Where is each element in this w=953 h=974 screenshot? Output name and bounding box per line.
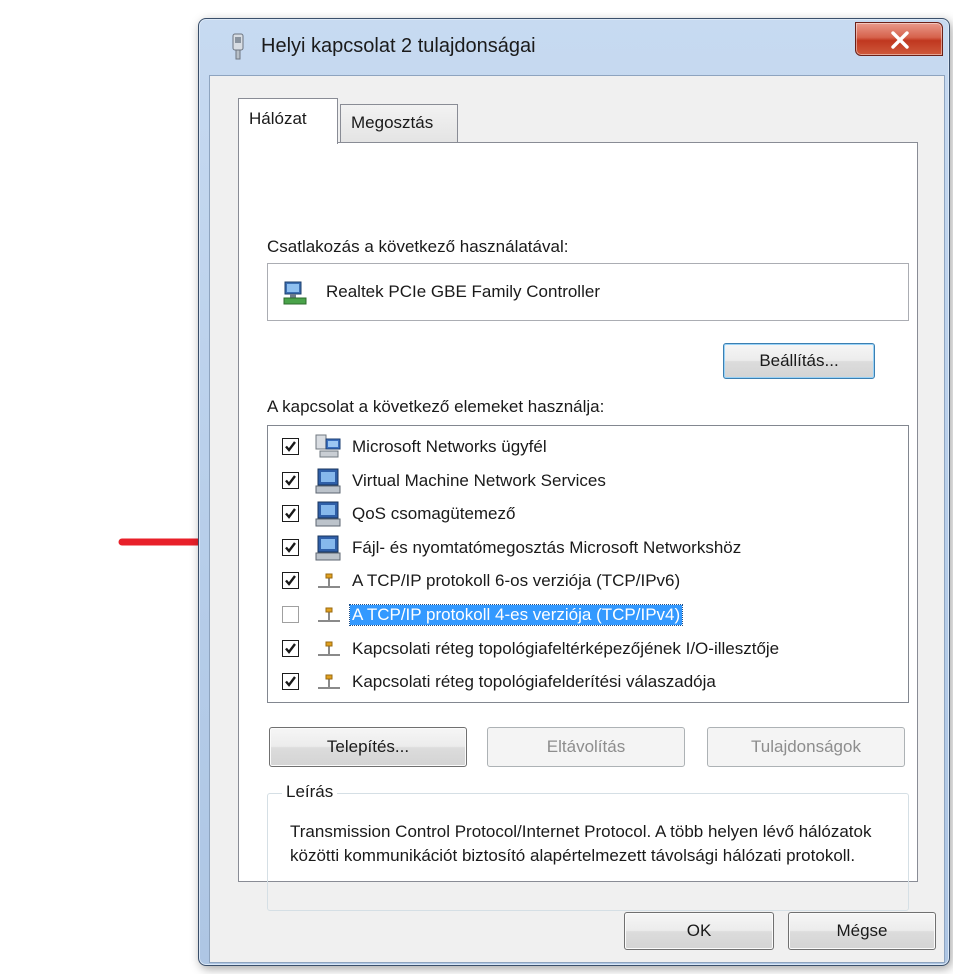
protocol-icon	[312, 601, 346, 629]
list-item-label: A TCP/IP protokoll 6-os verziója (TCP/IP…	[352, 571, 681, 591]
checkbox-checked[interactable]	[282, 673, 299, 691]
items-label: A kapcsolat a következő elemeket használ…	[267, 397, 605, 416]
network-adapter-icon	[283, 281, 307, 305]
list-item[interactable]: A TCP/IP protokoll 6-os verziója (TCP/IP…	[268, 564, 908, 597]
close-button[interactable]	[855, 22, 943, 56]
protocol-icon	[312, 567, 346, 595]
network-service-icon	[312, 467, 346, 495]
checkmark-icon	[285, 676, 296, 688]
list-item-label: Virtual Machine Network Services	[352, 470, 606, 490]
cancel-button[interactable]: Mégse	[788, 912, 936, 950]
components-list[interactable]: Microsoft Networks ügyfél Virtual Machine…	[267, 425, 909, 703]
checkbox-checked[interactable]	[282, 471, 299, 489]
dialog-body: Hálózat Megosztás Csatlakozás a következ…	[209, 75, 945, 963]
list-item-label: Kapcsolati réteg topológiafelderítési vá…	[352, 672, 716, 692]
list-item-label: QoS csomagütemező	[352, 504, 516, 524]
checkbox-checked[interactable]	[282, 572, 299, 590]
uninstall-button[interactable]: Eltávolítás	[487, 727, 685, 767]
checkbox-checked[interactable]	[282, 438, 299, 455]
list-item[interactable]: Kapcsolati réteg topológiafelderítési vá…	[268, 665, 908, 698]
network-client-icon	[312, 433, 346, 461]
list-item[interactable]: Fájl- és nyomtatómegosztás Microsoft Net…	[268, 531, 908, 564]
checkmark-icon	[285, 441, 296, 452]
description-legend: Leírás	[282, 782, 338, 802]
checkmark-icon	[285, 508, 296, 520]
protocol-icon	[312, 668, 346, 696]
checkbox-checked[interactable]	[282, 639, 299, 657]
list-item[interactable]: QoS csomagütemező	[268, 497, 908, 530]
checkbox-unchecked[interactable]	[282, 606, 299, 623]
install-button[interactable]: Telepítés...	[269, 727, 467, 767]
ok-button[interactable]: OK	[624, 912, 774, 950]
checkbox-checked[interactable]	[282, 538, 299, 556]
list-item[interactable]: Kapcsolati réteg topológiafeltérképezőjé…	[268, 632, 908, 665]
list-item-label: Fájl- és nyomtatómegosztás Microsoft Net…	[352, 537, 742, 557]
list-item[interactable]: A TCP/IP protokoll 4-es verziója (TCP/IP…	[268, 598, 908, 631]
list-item[interactable]: Virtual Machine Network Services	[268, 464, 908, 497]
adapter-field: Realtek PCIe GBE Family Controller	[267, 263, 909, 321]
protocol-icon	[312, 635, 346, 663]
properties-dialog: Helyi kapcsolat 2 tulajdonságai Hálózat …	[198, 18, 950, 966]
tab-halozat[interactable]: Hálózat	[238, 98, 338, 144]
checkmark-icon	[285, 542, 296, 553]
title-bar[interactable]: Helyi kapcsolat 2 tulajdonságai	[199, 19, 949, 75]
list-item-label: Kapcsolati réteg topológiafeltérképezőjé…	[352, 638, 780, 658]
list-item-label: Microsoft Networks ügyfél	[352, 437, 547, 456]
tab-panel: Csatlakozás a következő használatával: R…	[238, 142, 918, 911]
checkmark-icon	[285, 474, 296, 486]
connect-using-label: Csatlakozás a következő használatával:	[267, 237, 569, 256]
tab-megosztas[interactable]: Megosztás	[340, 104, 458, 142]
window-title: Helyi kapcsolat 2 tulajdonságai	[261, 35, 536, 57]
checkmark-icon	[285, 575, 296, 587]
network-service-icon	[312, 500, 346, 528]
list-item-label: A TCP/IP protokoll 4-es verziója (TCP/IP…	[348, 604, 684, 626]
network-connection-icon	[232, 33, 244, 60]
properties-button[interactable]: Tulajdonságok	[707, 727, 905, 767]
list-item[interactable]: Microsoft Networks ügyfél	[268, 430, 908, 463]
adapter-name: Realtek PCIe GBE Family Controller	[326, 282, 600, 301]
description-group: Leírás Transmission Control Protocol/Int…	[267, 782, 909, 911]
close-icon	[891, 31, 909, 49]
checkmark-icon	[285, 642, 296, 654]
checkbox-checked[interactable]	[282, 505, 299, 523]
network-service-icon	[312, 534, 346, 562]
description-text: Transmission Control Protocol/Internet P…	[290, 822, 872, 865]
configure-button[interactable]: Beállítás...	[723, 343, 875, 379]
